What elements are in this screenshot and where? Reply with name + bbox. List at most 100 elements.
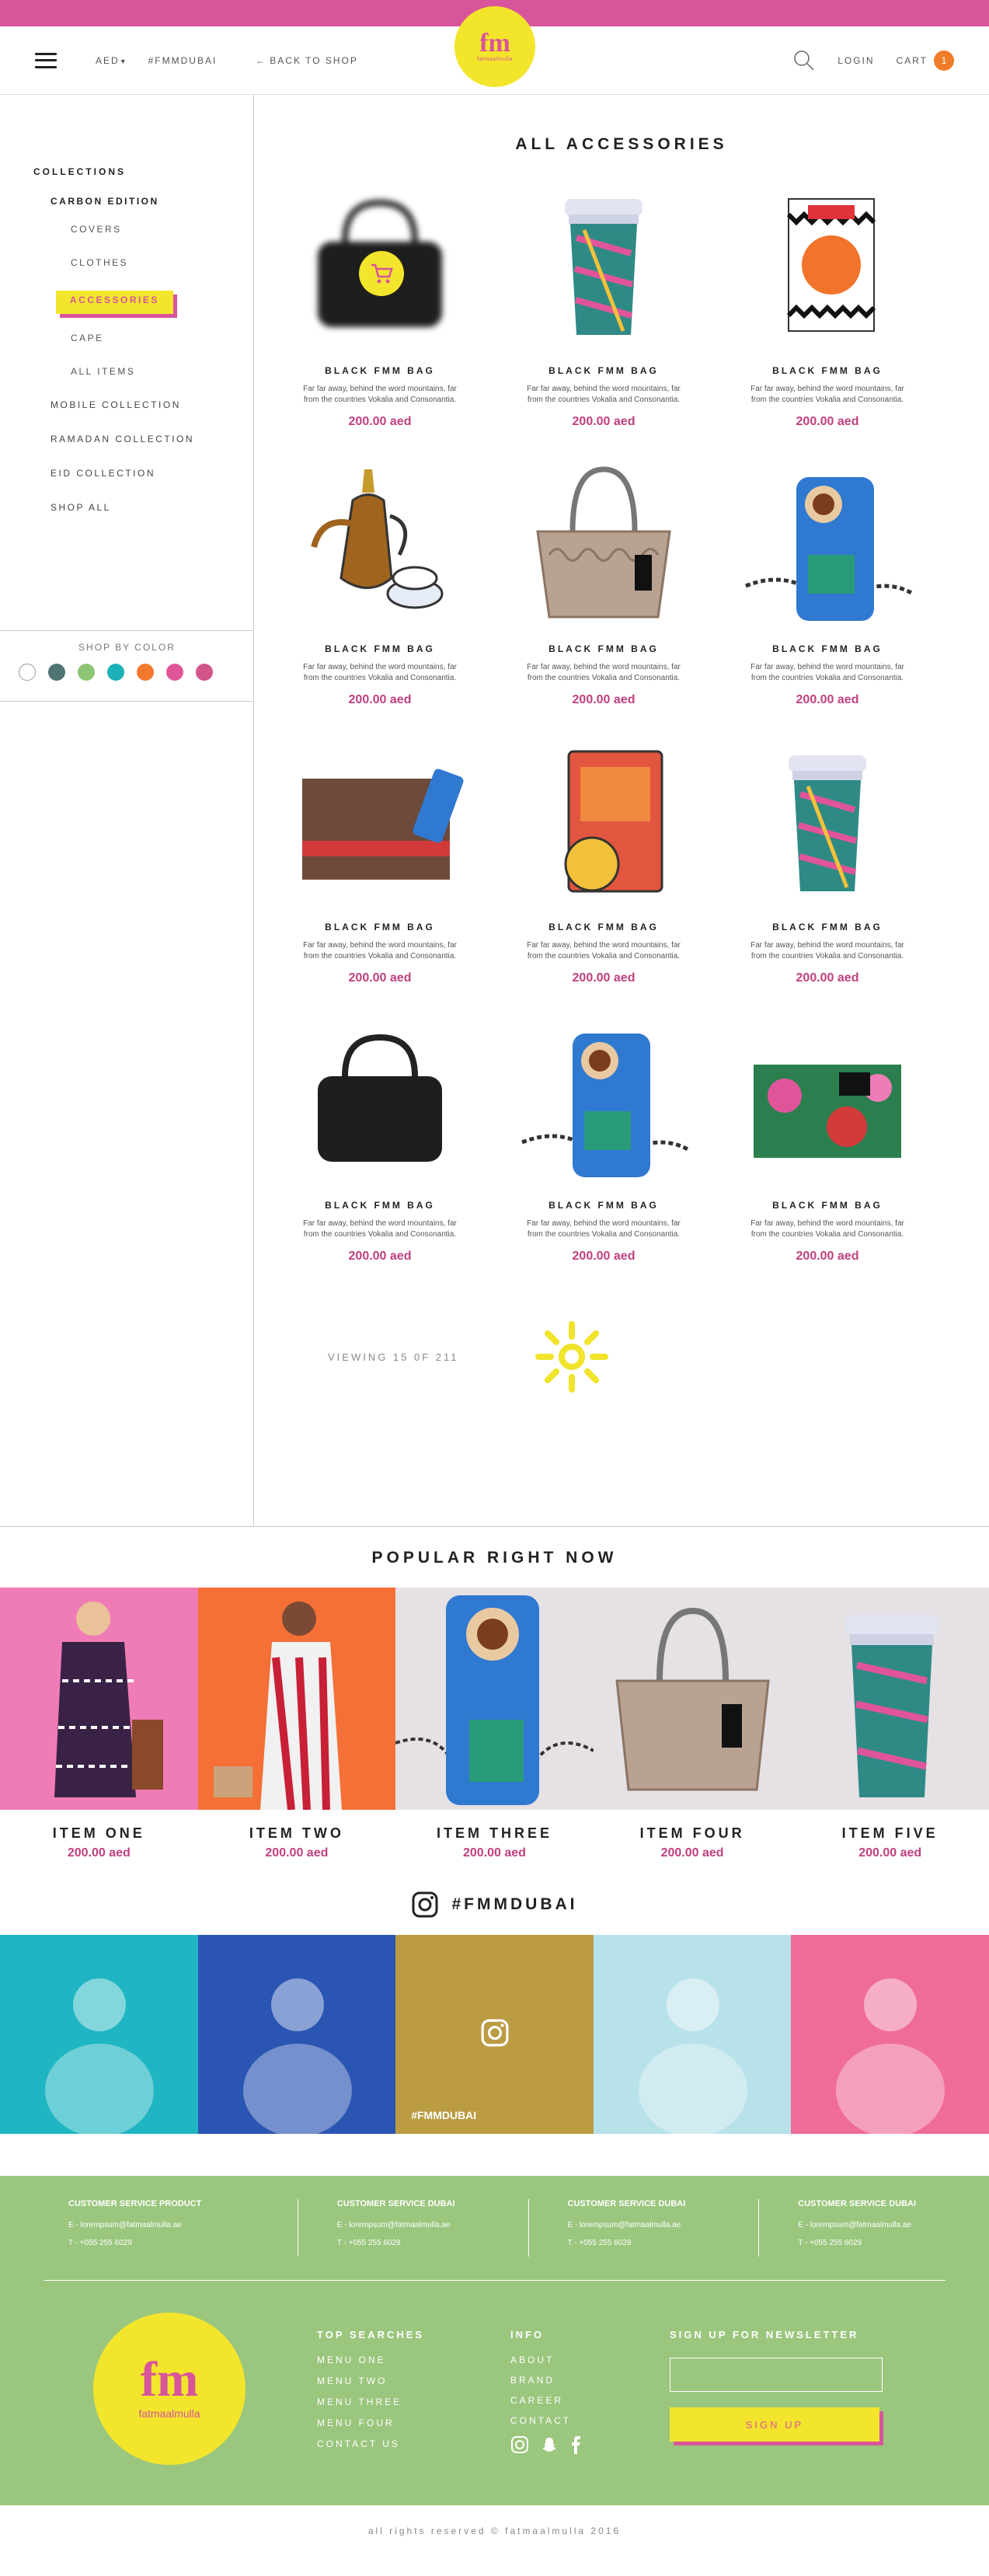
popular-item[interactable]: ITEM FIVE 200.00 aed — [791, 1588, 989, 1860]
service-email[interactable]: E - lorempsum@fatmaalmulla.ae — [337, 2221, 513, 2229]
load-more-sun-icon[interactable] — [529, 1318, 615, 1396]
hashtag-link[interactable]: #FMMDUBAI — [148, 55, 218, 66]
product-card[interactable]: BLACK FMM BAG Far far away, behind the wo… — [492, 1020, 716, 1264]
popular-item[interactable]: ITEM FOUR 200.00 aed — [593, 1588, 792, 1860]
popular-item-image[interactable] — [791, 1588, 989, 1810]
instagram-post[interactable] — [593, 1935, 792, 2134]
product-name[interactable]: BLACK FMM BAG — [772, 1200, 883, 1211]
product-image[interactable] — [514, 1020, 693, 1183]
newsletter-email-input[interactable] — [670, 2358, 883, 2392]
popular-item-image[interactable] — [0, 1588, 198, 1810]
footer-link-career[interactable]: CAREER — [510, 2395, 582, 2406]
popular-item-image[interactable] — [593, 1588, 792, 1810]
product-image[interactable] — [514, 741, 693, 905]
brand-logo[interactable]: fm fatmaalmulla — [454, 6, 535, 87]
service-email[interactable]: E - lorempsum@fatmaalmulla.ae — [68, 2221, 282, 2229]
service-phone[interactable]: T - +055 255 6029 — [798, 2239, 973, 2247]
carbon-edition-link[interactable]: CARBON EDITION — [50, 196, 253, 207]
product-image[interactable] — [514, 463, 693, 626]
color-swatch[interactable] — [78, 664, 95, 681]
product-image[interactable] — [291, 1020, 469, 1183]
popular-item-image[interactable] — [197, 1588, 396, 1810]
service-phone[interactable]: T - +055 255 6029 — [337, 2239, 513, 2247]
menu-icon[interactable] — [35, 52, 57, 68]
product-name[interactable]: BLACK FMM BAG — [548, 643, 659, 654]
product-name[interactable]: BLACK FMM BAG — [325, 1200, 435, 1211]
footer-link-menu-three[interactable]: MENU THREE — [317, 2396, 424, 2407]
login-link[interactable]: LOGIN — [838, 55, 874, 66]
product-card[interactable]: BLACK FMM BAG Far far away, behind the wo… — [268, 463, 492, 707]
color-swatch[interactable] — [19, 664, 36, 681]
sidebar-item-covers[interactable]: COVERS — [71, 224, 253, 239]
quick-add-cart-icon[interactable] — [359, 251, 404, 296]
popular-item-name[interactable]: ITEM FOUR — [640, 1825, 745, 1842]
snapchat-icon[interactable] — [540, 2435, 559, 2454]
facebook-icon[interactable] — [569, 2435, 582, 2454]
color-swatch[interactable] — [48, 664, 65, 681]
product-card[interactable]: BLACK FMM BAG Far far away, behind the wo… — [716, 1020, 939, 1264]
product-card[interactable]: BLACK FMM BAG Far far away, behind the wo… — [268, 185, 492, 429]
service-phone[interactable]: T - +055 255 6029 — [68, 2239, 282, 2247]
product-name[interactable]: BLACK FMM BAG — [772, 365, 883, 376]
currency-selector[interactable]: AED▼ — [96, 55, 128, 66]
footer-link-brand[interactable]: BRAND — [510, 2375, 582, 2386]
sidebar-item-accessories[interactable]: ACCESSORIES — [56, 291, 173, 314]
popular-item-image[interactable] — [395, 1588, 594, 1810]
product-card[interactable]: BLACK FMM BAG Far far away, behind the wo… — [716, 185, 939, 429]
color-swatch[interactable] — [137, 664, 154, 681]
product-image[interactable] — [738, 185, 917, 348]
product-name[interactable]: BLACK FMM BAG — [325, 365, 435, 376]
sidebar-item-cape[interactable]: CAPE — [71, 333, 253, 348]
popular-item-name[interactable]: ITEM FIVE — [842, 1825, 939, 1842]
color-swatch[interactable] — [196, 664, 213, 681]
product-card[interactable]: BLACK FMM BAG Far far away, behind the wo… — [268, 1020, 492, 1264]
product-name[interactable]: BLACK FMM BAG — [548, 365, 659, 376]
instagram-post[interactable] — [197, 1935, 396, 2134]
service-phone[interactable]: T - +055 255 6029 — [568, 2239, 743, 2247]
sidebar-item-all-items[interactable]: ALL ITEMS — [71, 366, 253, 382]
product-card[interactable]: BLACK FMM BAG Far far away, behind the wo… — [268, 741, 492, 985]
footer-link-contact[interactable]: CONTACT — [510, 2415, 582, 2426]
sidebar-item-ramadan-collection[interactable]: RAMADAN COLLECTION — [50, 434, 253, 448]
sidebar-item-shop-all[interactable]: SHOP ALL — [50, 502, 253, 516]
sidebar-item-eid-collection[interactable]: EID COLLECTION — [50, 468, 253, 482]
instagram-post[interactable] — [0, 1935, 198, 2134]
search-icon[interactable] — [792, 49, 816, 72]
footer-logo[interactable]: fm fatmaalmulla — [93, 2313, 246, 2465]
cart-button[interactable]: CART 1 — [897, 50, 954, 71]
footer-link-contact-us[interactable]: CONTACT US — [317, 2438, 424, 2449]
product-name[interactable]: BLACK FMM BAG — [548, 1200, 659, 1211]
product-image[interactable] — [738, 463, 917, 626]
instagram-icon[interactable] — [510, 2435, 529, 2454]
instagram-icon[interactable] — [412, 1891, 438, 1918]
popular-item-name[interactable]: ITEM ONE — [53, 1825, 145, 1842]
signup-button[interactable]: SIGN UP — [670, 2407, 879, 2442]
product-image[interactable] — [291, 741, 469, 905]
product-image[interactable] — [514, 185, 693, 348]
product-card[interactable]: BLACK FMM BAG Far far away, behind the wo… — [492, 741, 716, 985]
footer-link-about[interactable]: ABOUT — [510, 2355, 582, 2365]
popular-item[interactable]: ITEM TWO 200.00 aed — [197, 1588, 396, 1860]
product-name[interactable]: BLACK FMM BAG — [772, 643, 883, 654]
popular-item-name[interactable]: ITEM TWO — [249, 1825, 344, 1842]
product-card[interactable]: BLACK FMM BAG Far far away, behind the wo… — [716, 741, 939, 985]
instagram-post[interactable] — [791, 1935, 989, 2134]
product-name[interactable]: BLACK FMM BAG — [772, 922, 883, 932]
popular-item-name[interactable]: ITEM THREE — [437, 1825, 552, 1842]
back-to-shop-link[interactable]: ← BACK TO SHOP — [256, 55, 358, 66]
sidebar-item-mobile-collection[interactable]: MOBILE COLLECTION — [50, 399, 253, 413]
product-card[interactable]: BLACK FMM BAG Far far away, behind the wo… — [492, 463, 716, 707]
popular-item[interactable]: ITEM THREE 200.00 aed — [395, 1588, 594, 1860]
service-email[interactable]: E - lorempsum@fatmaalmulla.ae — [568, 2221, 743, 2229]
popular-item[interactable]: ITEM ONE 200.00 aed — [0, 1588, 198, 1860]
product-name[interactable]: BLACK FMM BAG — [548, 922, 659, 932]
product-name[interactable]: BLACK FMM BAG — [325, 643, 435, 654]
sidebar-item-clothes[interactable]: CLOTHES — [71, 257, 253, 273]
footer-link-menu-four[interactable]: MENU FOUR — [317, 2417, 424, 2428]
service-email[interactable]: E - lorempsum@fatmaalmulla.ae — [798, 2221, 973, 2229]
footer-link-menu-one[interactable]: MENU ONE — [317, 2355, 424, 2365]
instagram-post[interactable]: #FMMDUBAI — [395, 1935, 594, 2134]
color-swatch[interactable] — [166, 664, 183, 681]
product-image[interactable] — [291, 185, 469, 348]
product-image[interactable] — [738, 1020, 917, 1183]
